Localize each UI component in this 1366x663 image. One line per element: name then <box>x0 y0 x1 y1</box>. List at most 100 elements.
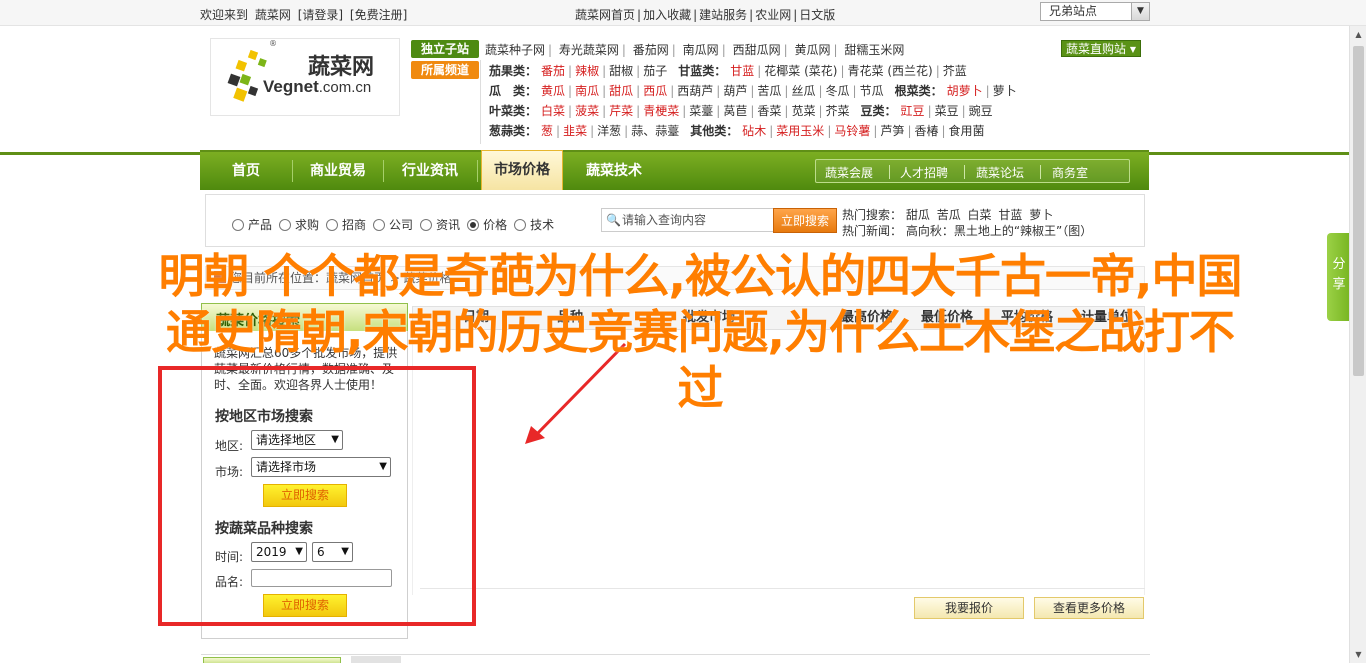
vegetable-link[interactable]: 节瓜 <box>860 84 884 98</box>
vegetable-link[interactable]: 香菜 <box>757 104 781 118</box>
vegetable-link[interactable]: 洋葱 <box>597 124 621 138</box>
search-type-radio[interactable]: 价格 <box>467 216 507 233</box>
home-link[interactable]: 蔬菜网首页 <box>575 8 635 22</box>
nav-home[interactable]: 首页 <box>200 152 292 190</box>
vegetable-link[interactable]: 西葫芦 <box>677 84 713 98</box>
subnav-jobs[interactable]: 人才招聘 <box>900 164 948 181</box>
scroll-up-icon[interactable]: ▲ <box>1350 26 1366 43</box>
nav-market-price[interactable]: 市场价格 <box>481 150 563 190</box>
add-favorite-link[interactable]: 加入收藏 <box>643 8 691 22</box>
vegetable-link[interactable]: 黄瓜 <box>541 84 565 98</box>
search-type-radio[interactable]: 技术 <box>514 216 554 233</box>
search-type-radio[interactable]: 公司 <box>373 216 413 233</box>
direct-shop-button[interactable]: 蔬菜直购站 ▼ <box>1061 40 1141 57</box>
search-icon: 🔍 <box>606 213 621 227</box>
vegetable-link[interactable]: 甘蓝 <box>730 64 754 78</box>
vegetable-link[interactable]: 菠菜 <box>575 104 599 118</box>
scroll-down-icon[interactable]: ▼ <box>1350 646 1366 663</box>
vegetable-link[interactable]: 莴苣 <box>723 104 747 118</box>
vegetable-link[interactable]: 韭菜 <box>563 124 587 138</box>
vegetable-link[interactable]: 食用菌 <box>949 124 985 138</box>
search-type-radio[interactable]: 招商 <box>326 216 366 233</box>
radio-label: 求购 <box>295 218 320 232</box>
site-link[interactable]: 南瓜网 <box>683 43 719 57</box>
site-link[interactable]: 黄瓜网 <box>794 43 830 57</box>
hot-search-item[interactable]: 白菜 <box>968 208 992 222</box>
vegetable-link[interactable]: 丝瓜 <box>791 84 815 98</box>
vegetable-link[interactable]: 萝卜 <box>993 84 1017 98</box>
vegetable-link[interactable]: 芥蓝 <box>943 64 967 78</box>
vegetable-link[interactable]: 西瓜 <box>643 84 667 98</box>
subnav-business[interactable]: 商务室 <box>1052 164 1088 181</box>
logo-registered: ® <box>269 39 277 48</box>
vegetable-link[interactable]: 苋菜 <box>791 104 815 118</box>
nav-news[interactable]: 行业资讯 <box>384 152 476 190</box>
login-link[interactable]: [请登录] <box>298 8 343 22</box>
vegetable-link[interactable]: 青花菜 (西兰花) <box>848 64 933 78</box>
site-link[interactable]: 寿光蔬菜网 <box>559 43 619 57</box>
overlay-headline: 明朝 个个都是奇葩为什么,被公认的四大千古一帝,中国通史隋朝,宋朝的历史竞赛问题… <box>158 249 1243 415</box>
triangle-down-icon: ▼ <box>1129 45 1136 54</box>
share-button[interactable]: 分享 <box>1327 233 1351 321</box>
vegetable-link[interactable]: 茄子 <box>643 64 667 78</box>
subnav-forum[interactable]: 蔬菜论坛 <box>976 164 1024 181</box>
vegetable-link[interactable]: 香椿 <box>914 124 938 138</box>
register-link[interactable]: [免费注册] <box>350 8 407 22</box>
site-link[interactable]: 番茄网 <box>633 43 669 57</box>
hot-news-link[interactable]: 高向秋：黑土地上的“辣椒王”（图） <box>906 224 1092 238</box>
vegetable-link[interactable]: 芹菜 <box>609 104 633 118</box>
vegetable-link[interactable]: 葫芦 <box>723 84 747 98</box>
sibling-sites-select[interactable]: 兄弟站点 ▼ <box>1040 2 1150 21</box>
vegetable-link[interactable]: 番茄 <box>541 64 565 78</box>
search-type-radio[interactable]: 产品 <box>232 216 272 233</box>
agri-net-link[interactable]: 农业网 <box>755 8 791 22</box>
nav-tech[interactable]: 蔬菜技术 <box>568 152 660 190</box>
hot-search-item[interactable]: 甜瓜 <box>906 208 930 222</box>
vegetable-link[interactable]: 冬瓜 <box>826 84 850 98</box>
site-name-link[interactable]: 蔬菜网 <box>255 8 291 22</box>
vegetable-link[interactable]: 马铃薯 <box>834 124 870 138</box>
site-link[interactable]: 西甜瓜网 <box>733 43 781 57</box>
scrollbar-thumb[interactable] <box>1353 46 1364 376</box>
site-link[interactable]: 蔬菜种子网 <box>485 43 545 57</box>
vegetable-link[interactable]: 芦笋 <box>880 124 904 138</box>
site-logo[interactable]: ® 蔬菜网 Vegnet.com.cn <box>210 38 400 116</box>
vertical-scrollbar[interactable]: ▲ ▼ <box>1349 26 1366 663</box>
category-links: 茄果类： 番茄 | 辣椒 | 甜椒 | 茄子 甘蓝类： 甘蓝 | 花椰菜 (菜花) | 青花菜 (西兰花)… <box>480 60 1140 144</box>
vegetable-link[interactable]: 豇豆 <box>901 104 925 118</box>
search-type-radio[interactable]: 求购 <box>279 216 319 233</box>
build-site-link[interactable]: 建站服务 <box>699 8 747 22</box>
search-input[interactable]: 🔍 请输入查询内容 <box>601 208 775 232</box>
vegetable-link[interactable]: 苦瓜 <box>757 84 781 98</box>
vegetable-link[interactable]: 南瓜 <box>575 84 599 98</box>
vegetable-link[interactable]: 胡萝卜 <box>947 84 983 98</box>
vegetable-link[interactable]: 辣椒 <box>575 64 599 78</box>
nav-trade[interactable]: 商业贸易 <box>293 152 383 190</box>
more-prices-button[interactable]: 查看更多价格 <box>1034 597 1144 619</box>
vegetable-link[interactable]: 豌豆 <box>969 104 993 118</box>
vegetable-link[interactable]: 菜用玉米 <box>776 124 824 138</box>
vegetable-link[interactable]: 葱 <box>541 124 553 138</box>
vegetable-link[interactable]: 菜薹 <box>689 104 713 118</box>
subnav-expo[interactable]: 蔬菜会展 <box>825 164 873 181</box>
logo-en-domain: .com.cn <box>318 79 372 96</box>
category-label: 豆类： <box>860 104 897 118</box>
vegetable-link[interactable]: 蒜、蒜薹 <box>631 124 679 138</box>
submit-quote-button[interactable]: 我要报价 <box>914 597 1024 619</box>
search-type-radio[interactable]: 资讯 <box>420 216 460 233</box>
japanese-link[interactable]: 日文版 <box>799 8 835 22</box>
hot-search-item[interactable]: 萝卜 <box>1029 208 1053 222</box>
vegetable-link[interactable]: 青梗菜 <box>643 104 679 118</box>
vegetable-link[interactable]: 白菜 <box>541 104 565 118</box>
vegetable-link[interactable]: 甜瓜 <box>609 84 633 98</box>
site-link[interactable]: 甜糯玉米网 <box>844 43 904 57</box>
vegetable-link[interactable]: 菜豆 <box>935 104 959 118</box>
vegetable-link[interactable]: 花椰菜 (菜花) <box>764 64 837 78</box>
vegetable-link[interactable]: 砧木 <box>742 124 766 138</box>
vegetable-link[interactable]: 甜椒 <box>609 64 633 78</box>
hot-search-item[interactable]: 苦瓜 <box>937 208 961 222</box>
independent-sites-tag: 独立子站 <box>411 40 479 58</box>
search-button[interactable]: 立即搜索 <box>773 208 837 233</box>
vegetable-link[interactable]: 芥菜 <box>826 104 850 118</box>
hot-search-item[interactable]: 甘蓝 <box>998 208 1022 222</box>
